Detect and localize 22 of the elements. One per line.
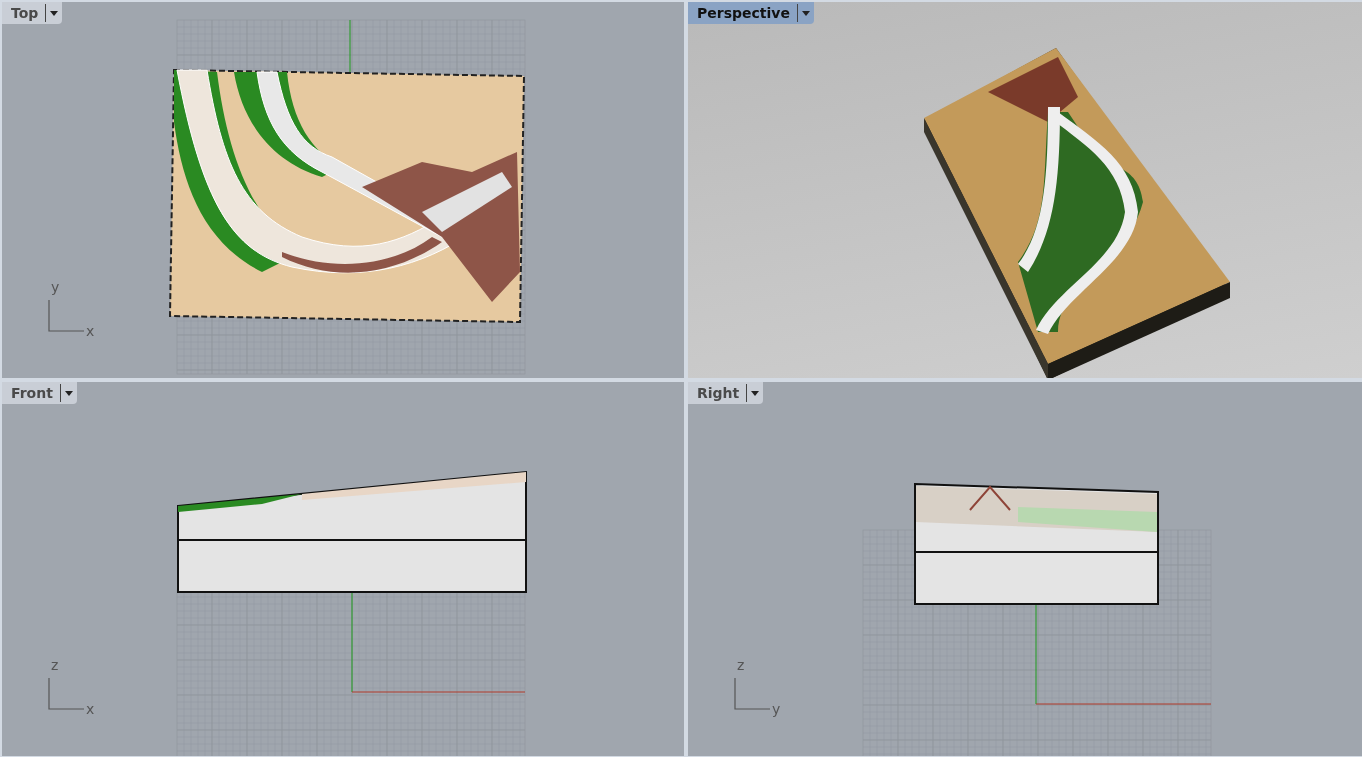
axis-label: z [51,658,59,672]
caret-icon [50,10,59,16]
axis-label: y [772,702,781,716]
viewport-tab[interactable]: Top [2,2,63,24]
axis-label: x [86,702,95,716]
viewport[interactable]: Right z y [688,382,1362,756]
viewport-tab[interactable]: Front [2,382,77,404]
y-axis-line [349,19,351,73]
viewport-tab[interactable]: Perspective [688,2,814,24]
viewport-tab[interactable]: Right [688,382,764,404]
axis-label: z [737,658,745,672]
axis-label: y [51,280,60,294]
viewport[interactable]: Perspective [688,2,1362,378]
caret-icon [751,390,760,396]
viewport[interactable]: Front z x [2,382,684,756]
caret-icon [801,10,810,16]
axis-icon [734,678,770,710]
viewport[interactable]: Top y x [2,2,684,378]
axis-label: x [86,324,95,338]
axis-icon [48,300,84,332]
axis-icon [48,678,84,710]
caret-icon [64,390,73,396]
